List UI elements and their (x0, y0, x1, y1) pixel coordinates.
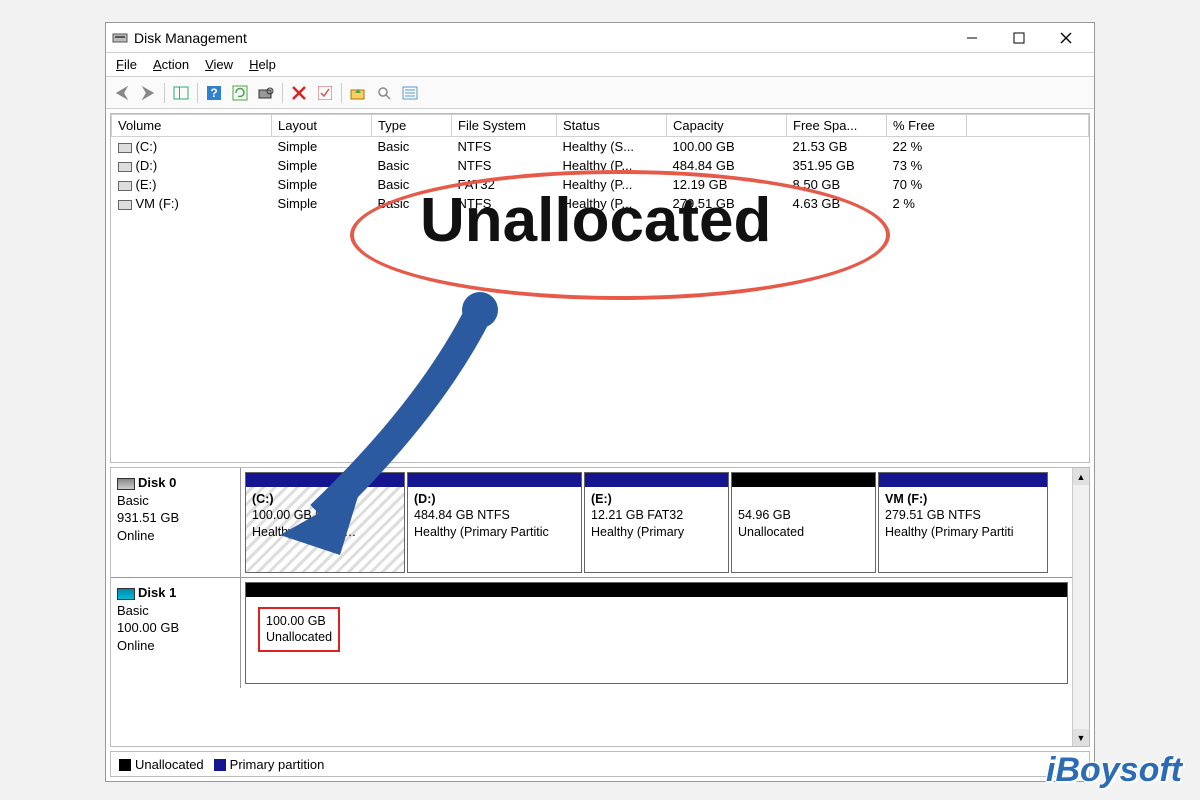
col-capacity[interactable]: Capacity (667, 115, 787, 137)
check-icon[interactable] (313, 81, 337, 105)
menubar: File Action View Help (106, 53, 1094, 77)
window-controls (949, 24, 1088, 52)
volume-row[interactable]: (D:)SimpleBasicNTFSHealthy (P...484.84 G… (112, 156, 1089, 175)
drive-icon (118, 200, 132, 210)
legend-unallocated: Unallocated (119, 757, 204, 772)
scroll-up-icon[interactable]: ▲ (1073, 468, 1089, 485)
list-icon[interactable] (398, 81, 422, 105)
menu-action[interactable]: Action (153, 57, 189, 72)
legend-bar: Unallocated Primary partition (110, 751, 1090, 777)
col-type[interactable]: Type (372, 115, 452, 137)
app-icon (112, 30, 128, 46)
col-volume[interactable]: Volume (112, 115, 272, 137)
partition-body: 100.00 GB Unallocated (246, 597, 1067, 683)
partition-header (408, 473, 581, 487)
close-button[interactable] (1043, 24, 1088, 52)
disk1-partitions: 100.00 GB Unallocated (241, 578, 1072, 688)
partition-header (246, 473, 404, 487)
volume-row[interactable]: VM (F:)SimpleBasicNTFSHealthy (P...279.5… (112, 194, 1089, 213)
disk-row-1: Disk 1 Basic 100.00 GB Online 100.00 GB … (111, 578, 1072, 688)
minimize-button[interactable] (949, 24, 994, 52)
partition-primary[interactable]: VM (F:)279.51 GB NTFSHealthy (Primary Pa… (878, 472, 1048, 573)
highlight-box: 100.00 GB Unallocated (258, 607, 340, 652)
maximize-button[interactable] (996, 24, 1041, 52)
menu-help[interactable]: Help (249, 57, 276, 72)
nav-back-button[interactable]: ⮜ (110, 81, 134, 105)
watermark: iBoysoft (1046, 751, 1182, 790)
drive-icon (118, 162, 132, 172)
window-title: Disk Management (134, 30, 949, 46)
partition-primary[interactable]: (C:)100.00 GB NTFSHealthy (System… (245, 472, 405, 573)
disk-row-0: Disk 0 Basic 931.51 GB Online (C:)100.00… (111, 468, 1072, 578)
folder-up-icon[interactable] (346, 81, 370, 105)
col-pfree[interactable]: % Free (887, 115, 967, 137)
help-icon[interactable]: ? (202, 81, 226, 105)
partition-primary[interactable]: (D:)484.84 GB NTFSHealthy (Primary Parti… (407, 472, 582, 573)
col-status[interactable]: Status (557, 115, 667, 137)
disk1-label[interactable]: Disk 1 Basic 100.00 GB Online (111, 578, 241, 688)
titlebar: Disk Management (106, 23, 1094, 53)
legend-primary: Primary partition (214, 757, 325, 772)
svg-text:?: ? (210, 86, 217, 100)
search-icon[interactable] (372, 81, 396, 105)
partition-body: VM (F:)279.51 GB NTFSHealthy (Primary Pa… (879, 487, 1047, 572)
partition-body: (E:)12.21 GB FAT32Healthy (Primary (585, 487, 728, 572)
partition-primary[interactable]: (E:)12.21 GB FAT32Healthy (Primary (584, 472, 729, 573)
disk0-partitions: (C:)100.00 GB NTFSHealthy (System… (D:)4… (241, 468, 1072, 577)
vertical-scrollbar[interactable]: ▲ ▼ (1072, 468, 1089, 746)
disk0-label[interactable]: Disk 0 Basic 931.51 GB Online (111, 468, 241, 577)
rescan-icon[interactable] (254, 81, 278, 105)
partition-unallocated[interactable]: 54.96 GBUnallocated (731, 472, 876, 573)
partition-header (879, 473, 1047, 487)
volume-table[interactable]: Volume Layout Type File System Status Ca… (111, 114, 1089, 213)
drive-icon (118, 181, 132, 191)
volume-list-panel: Volume Layout Type File System Status Ca… (110, 113, 1090, 463)
partition-header (732, 473, 875, 487)
show-hide-pane-icon[interactable] (169, 81, 193, 105)
partition-header-unallocated (246, 583, 1067, 597)
disk-icon (117, 478, 135, 490)
menu-file[interactable]: File (116, 57, 137, 72)
volume-row[interactable]: (C:)SimpleBasicNTFSHealthy (S...100.00 G… (112, 137, 1089, 157)
toolbar: ⮜ ⮞ ? (106, 77, 1094, 109)
col-extra[interactable] (967, 115, 1089, 137)
col-free[interactable]: Free Spa... (787, 115, 887, 137)
delete-icon[interactable] (287, 81, 311, 105)
drive-icon (118, 143, 132, 153)
col-layout[interactable]: Layout (272, 115, 372, 137)
partition-body: 54.96 GBUnallocated (732, 487, 875, 572)
scroll-down-icon[interactable]: ▼ (1073, 729, 1089, 746)
refresh-icon[interactable] (228, 81, 252, 105)
partition-body: (C:)100.00 GB NTFSHealthy (System… (246, 487, 404, 572)
volume-row[interactable]: (E:)SimpleBasicFAT32Healthy (P...12.19 G… (112, 175, 1089, 194)
disk-management-window: Disk Management File Action View Help ⮜ … (105, 22, 1095, 782)
partition-header (585, 473, 728, 487)
partition-unallocated[interactable]: 100.00 GB Unallocated (245, 582, 1068, 684)
disk-graphical-panel: ▲ ▼ Disk 0 Basic 931.51 GB Online (C:)10… (110, 467, 1090, 747)
disk-icon (117, 588, 135, 600)
menu-view[interactable]: View (205, 57, 233, 72)
col-fs[interactable]: File System (452, 115, 557, 137)
partition-body: (D:)484.84 GB NTFSHealthy (Primary Parti… (408, 487, 581, 572)
nav-forward-button[interactable]: ⮞ (136, 81, 160, 105)
